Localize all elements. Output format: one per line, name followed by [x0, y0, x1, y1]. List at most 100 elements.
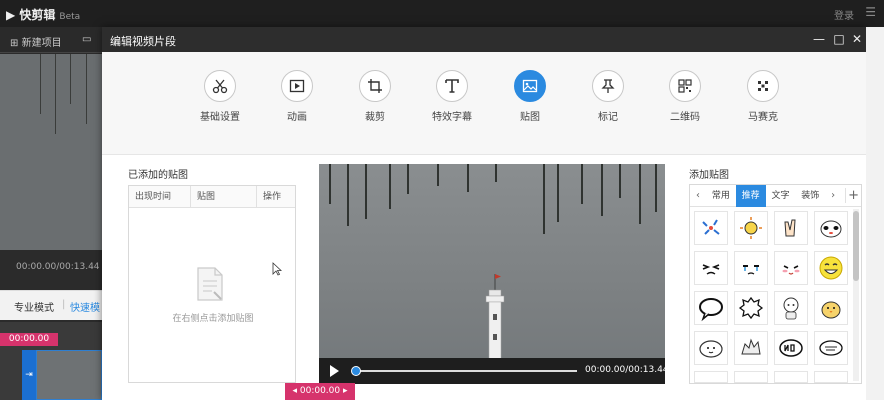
timeline-clip[interactable]	[36, 350, 102, 400]
willow-branch	[70, 54, 71, 104]
play-icon[interactable]	[327, 364, 341, 378]
sticker-item[interactable]	[734, 211, 768, 245]
sticker-laughing-face-icon	[819, 256, 843, 280]
sticker-label-bubble-icon	[819, 340, 843, 356]
background-video-preview	[0, 54, 102, 250]
plus-box-icon: ⊞	[10, 38, 19, 49]
sticker-item[interactable]	[774, 291, 808, 325]
play-box-icon	[281, 70, 313, 102]
logo-play-icon: ▶	[6, 8, 20, 22]
sticker-blush-face-icon	[782, 265, 800, 275]
sticker-item[interactable]	[694, 331, 728, 365]
maximize-button[interactable]: □	[830, 30, 848, 48]
willow-branch	[495, 164, 497, 182]
category-decoration[interactable]: 装饰	[795, 185, 825, 207]
willow-branch	[437, 164, 439, 186]
category-next-button[interactable]: ›	[825, 190, 841, 201]
sticker-scrollbar[interactable]	[853, 209, 859, 381]
sticker-item[interactable]	[734, 291, 768, 325]
sticker-item[interactable]	[734, 371, 768, 383]
minimize-button[interactable]: —	[810, 30, 828, 48]
sticker-item[interactable]	[774, 251, 808, 285]
sticker-item[interactable]	[694, 291, 728, 325]
progress-knob[interactable]	[351, 366, 361, 376]
new-project-label: 新建项目	[21, 38, 62, 49]
sticker-item[interactable]	[774, 211, 808, 245]
category-text[interactable]: 文字	[766, 185, 796, 207]
willow-branch	[40, 54, 41, 114]
login-link[interactable]: 登录	[834, 7, 854, 22]
tab-label: 裁剪	[365, 112, 385, 123]
column-appear-time: 出现时间	[129, 186, 191, 207]
sticker-squint-face-icon	[702, 264, 720, 275]
sticker-item[interactable]	[694, 371, 728, 383]
tab-qrcode[interactable]: 二维码	[655, 70, 715, 123]
video-preview[interactable]: 00:00.00/00:13.44	[319, 164, 665, 384]
category-common[interactable]: 常用	[706, 185, 736, 207]
scrollbar-thumb[interactable]	[853, 211, 859, 281]
timecode-value: 00:00.00	[299, 386, 341, 396]
willow-branch	[557, 164, 559, 222]
preview-controls: 00:00.00/00:13.44	[319, 358, 665, 384]
tab-crop[interactable]: 裁剪	[345, 70, 405, 123]
pro-mode-tab[interactable]: 专业模式	[14, 299, 54, 314]
tab-label: 贴图	[520, 112, 540, 123]
willow-branch	[55, 54, 56, 134]
sticker-item[interactable]	[814, 331, 848, 365]
close-button[interactable]: ✕	[848, 30, 866, 48]
new-project-button[interactable]: ⊞ 新建项目	[10, 34, 62, 49]
add-sticker-button[interactable]: +	[845, 188, 861, 203]
tab-effect-subtitle[interactable]: 特效字幕	[422, 70, 482, 123]
sticker-sparkle-icon	[702, 219, 720, 235]
tab-mosaic[interactable]: 马赛克	[733, 70, 793, 123]
sticker-panda-face-icon	[820, 220, 842, 238]
sticker-item[interactable]	[734, 331, 768, 365]
sticker-item[interactable]	[814, 371, 848, 383]
pin-icon	[592, 70, 624, 102]
app-toolbar: ⊞ 新建项目 ▭	[0, 27, 102, 53]
willow-branch	[407, 164, 409, 194]
column-sticker: 贴图	[191, 186, 257, 207]
category-prev-button[interactable]: ‹	[690, 190, 706, 201]
sticker-shout-bubble-icon	[738, 296, 764, 320]
menu-icon[interactable]: ☰	[865, 5, 876, 19]
sticker-crying-face-icon	[743, 265, 759, 275]
sticker-item[interactable]	[814, 211, 848, 245]
app-titlebar: ▶ 快剪辑 Beta 登录 ☰	[0, 0, 884, 27]
sticker-item[interactable]	[814, 251, 848, 285]
sticker-item[interactable]	[774, 371, 808, 383]
willow-branch	[619, 164, 621, 198]
sticker-speech-bubble-icon	[699, 298, 723, 322]
category-recommended[interactable]: 推荐	[735, 184, 766, 207]
sticker-categories: ‹ 常用 推荐 文字 装饰 › +	[690, 184, 861, 207]
tab-marker[interactable]: 标记	[578, 70, 638, 123]
beta-badge: Beta	[59, 12, 81, 22]
folder-icon[interactable]: ▭	[82, 34, 91, 45]
sticker-item[interactable]	[694, 251, 728, 285]
added-stickers-title: 已添加的贴图	[128, 170, 188, 181]
tab-animation[interactable]: 动画	[267, 70, 327, 123]
sticker-item[interactable]	[774, 331, 808, 365]
willow-branch	[389, 164, 391, 209]
add-sticker-title: 添加贴图	[689, 170, 729, 181]
mode-switch: 专业模式 | 快速模	[0, 290, 102, 320]
sticker-item[interactable]	[694, 211, 728, 245]
sticker-item[interactable]	[734, 251, 768, 285]
clip-handle[interactable]: ⇥	[22, 350, 36, 400]
sticker-library: ‹ 常用 推荐 文字 装饰 › +	[689, 184, 862, 384]
sticker-chick-icon	[821, 301, 841, 319]
lighthouse-tower	[485, 274, 505, 359]
willow-branch	[543, 164, 545, 234]
tab-sticker[interactable]: 贴图	[500, 70, 560, 123]
progress-track[interactable]	[355, 370, 577, 372]
tab-label: 二维码	[670, 112, 700, 123]
background-timecode: 00:00.00/00:13.44	[16, 262, 100, 272]
scissors-icon	[204, 70, 236, 102]
sticker-chibi-character-icon	[783, 297, 799, 320]
app-logo: ▶ 快剪辑 Beta	[6, 6, 80, 23]
tab-basic-settings[interactable]: 基础设置	[190, 70, 250, 123]
empty-document-icon	[197, 267, 223, 301]
track-timecode: 00:00.00	[0, 333, 58, 346]
quick-mode-tab[interactable]: 快速模	[70, 299, 100, 314]
sticker-item[interactable]	[814, 291, 848, 325]
